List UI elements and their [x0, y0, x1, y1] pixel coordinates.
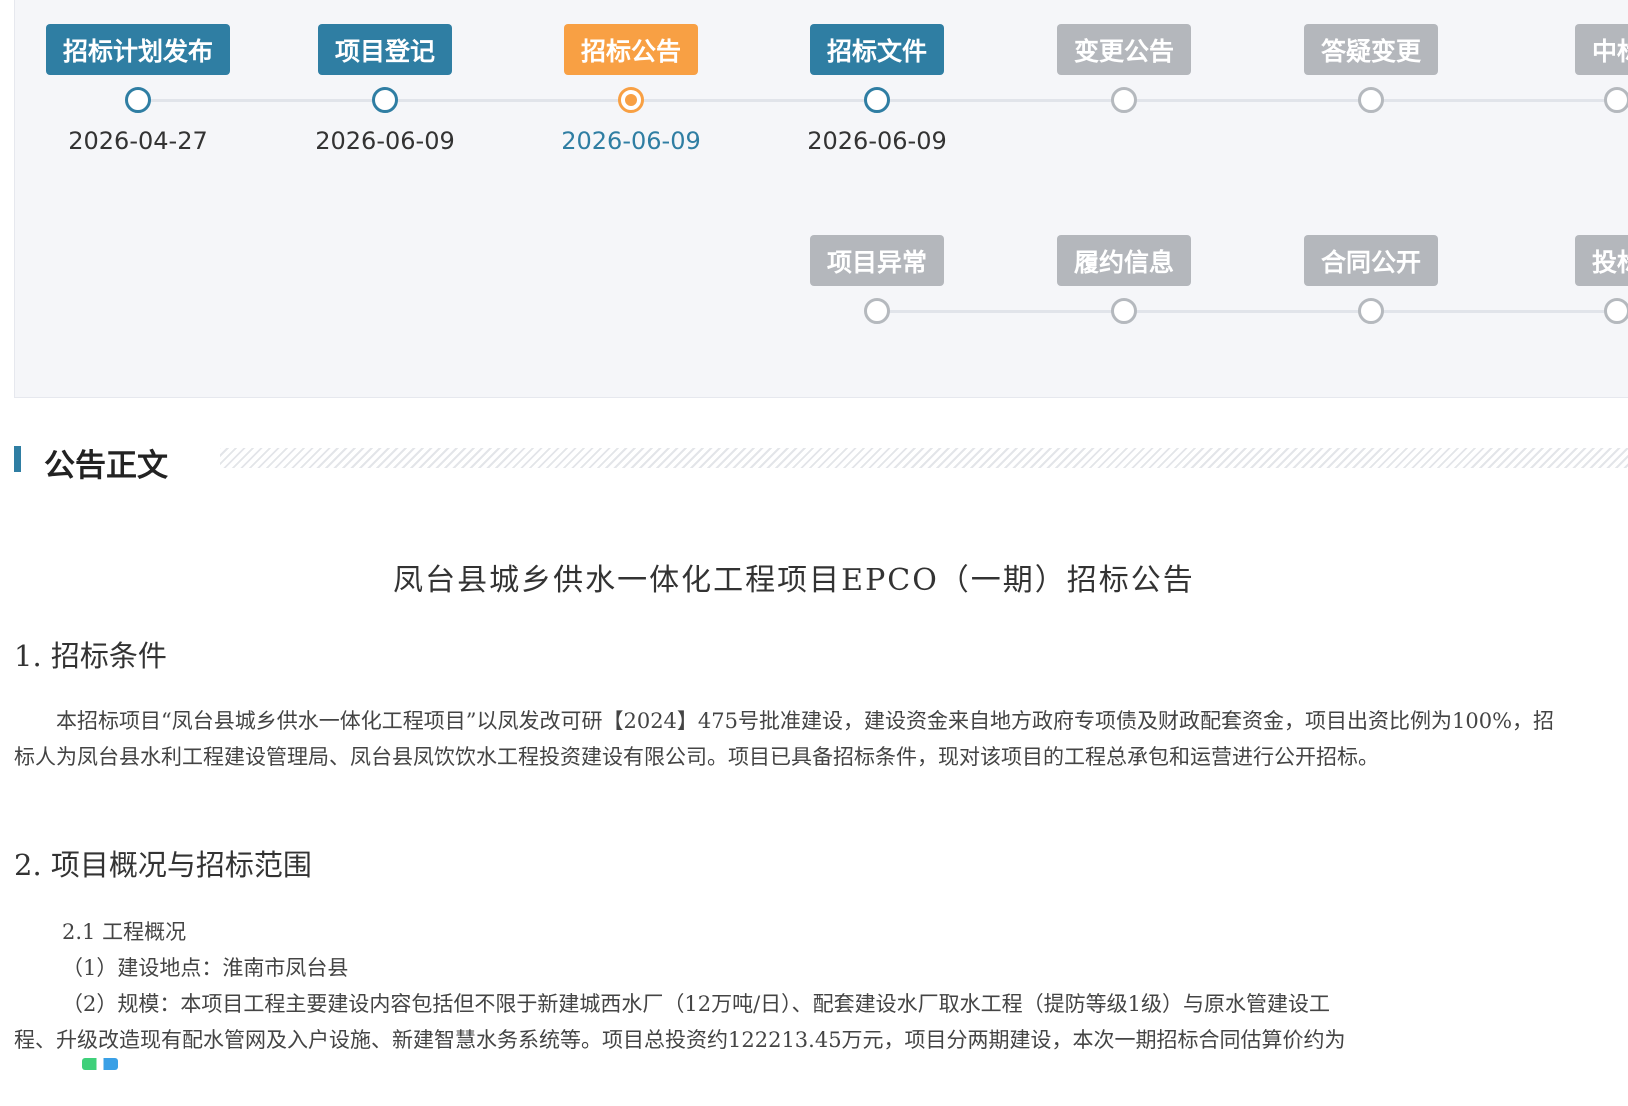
section-title: 公告正文 — [44, 448, 168, 484]
announcement-document: 凤台县城乡供水一体化工程项目EPCO（一期）招标公告 1. 招标条件 本招标项目… — [14, 555, 1594, 1052]
step-dot-icon — [1604, 87, 1628, 113]
step-dot-icon — [372, 87, 398, 113]
step-tender-documents[interactable]: 招标文件 2026-06-09 — [797, 24, 957, 157]
item-scale-line1: （2）规模：本项目工程主要建设内容包括但不限于新建城西水厂（12万吨/日）、配套… — [62, 992, 1331, 1016]
step-tender-announcement-button[interactable]: 招标公告 — [563, 24, 698, 75]
step-performance-info[interactable]: 履约信息 — [1044, 235, 1204, 324]
step-dot-icon — [864, 298, 890, 324]
step-plan-publish[interactable]: 招标计划发布 2026-04-27 — [46, 24, 231, 157]
step-award[interactable]: 中标 — [1537, 24, 1628, 157]
step-performance-info-button[interactable]: 履约信息 — [1056, 235, 1191, 286]
step-qa-change[interactable]: 答疑变更 — [1291, 24, 1451, 157]
step-contract-public-button[interactable]: 合同公开 — [1303, 235, 1438, 286]
step-bid-button[interactable]: 投标 — [1574, 235, 1628, 286]
document-title: 凤台县城乡供水一体化工程项目EPCO（一期）招标公告 — [393, 563, 1195, 598]
step-plan-publish-button[interactable]: 招标计划发布 — [46, 24, 231, 75]
heading-project-overview: 2. 项目概况与招标范围 — [14, 848, 312, 882]
page: 招标计划发布 2026-04-27 项目登记 2026-06-09 招标公告 2… — [0, 0, 1628, 1106]
step-date: 2026-06-09 — [315, 127, 455, 155]
paragraph-bid-conditions: 本招标项目“凤台县城乡供水一体化工程项目”以凤发改可研【2024】475号批准建… — [14, 709, 1555, 769]
step-project-exception[interactable]: 项目异常 — [797, 235, 957, 324]
step-dot-icon — [125, 87, 151, 113]
item-scale-line2: 程、升级改造现有配水管网及入户设施、新建智慧水务系统等。项目总投资约122213… — [14, 1028, 1346, 1052]
section-accent-bar — [14, 446, 21, 472]
partial-icon — [82, 1058, 118, 1070]
step-dot-icon — [1358, 87, 1384, 113]
step-dot-icon — [1358, 298, 1384, 324]
step-bid[interactable]: 投标 — [1537, 235, 1628, 324]
step-change-notice-button[interactable]: 变更公告 — [1056, 24, 1191, 75]
step-project-registration[interactable]: 项目登记 2026-06-09 — [305, 24, 465, 157]
step-dot-icon — [1111, 87, 1137, 113]
section-header: 公告正文 — [14, 440, 1628, 484]
step-project-registration-button[interactable]: 项目登记 — [317, 24, 452, 75]
step-dot-icon — [1604, 298, 1628, 324]
step-award-button[interactable]: 中标 — [1574, 24, 1628, 75]
step-date: 2026-06-09 — [561, 127, 701, 155]
step-qa-change-button[interactable]: 答疑变更 — [1303, 24, 1438, 75]
heading-bid-conditions: 1. 招标条件 — [14, 639, 167, 673]
step-date: 2026-06-09 — [807, 127, 947, 155]
step-tender-announcement[interactable]: 招标公告 2026-06-09 — [551, 24, 711, 157]
step-dot-current-icon — [618, 87, 644, 113]
step-change-notice[interactable]: 变更公告 — [1044, 24, 1204, 157]
progress-timeline-panel: 招标计划发布 2026-04-27 项目登记 2026-06-09 招标公告 2… — [14, 0, 1628, 398]
item-construction-site: （1）建设地点：淮南市凤台县 — [62, 956, 349, 980]
step-date: 2026-04-27 — [68, 127, 208, 155]
subheading-engineering-overview: 2.1 工程概况 — [62, 920, 187, 944]
step-dot-icon — [864, 87, 890, 113]
step-project-exception-button[interactable]: 项目异常 — [809, 235, 944, 286]
step-contract-public[interactable]: 合同公开 — [1291, 235, 1451, 324]
step-tender-documents-button[interactable]: 招标文件 — [809, 24, 944, 75]
step-dot-icon — [1111, 298, 1137, 324]
section-divider-hatch — [220, 448, 1628, 468]
timeline-track-row2 — [877, 310, 1628, 313]
